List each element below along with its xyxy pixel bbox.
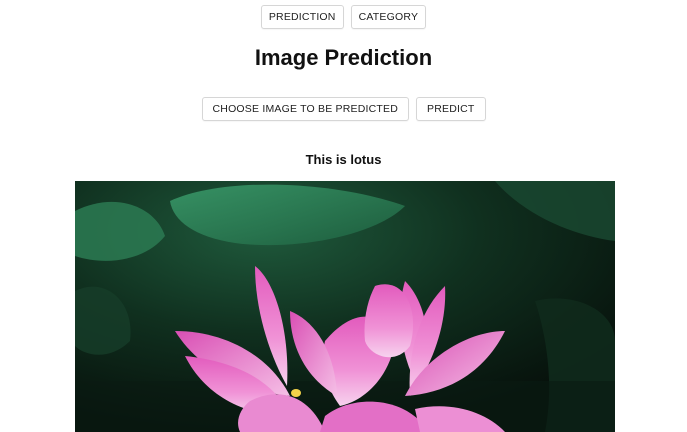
predicted-image (75, 181, 615, 432)
predict-button[interactable]: PREDICT (416, 97, 486, 121)
lotus-image (75, 181, 615, 432)
nav-category-button[interactable]: CATEGORY (350, 5, 427, 29)
top-nav: PREDICTION CATEGORY (0, 5, 687, 29)
nav-prediction-button[interactable]: PREDICTION (260, 5, 344, 29)
page: PREDICTION CATEGORY Image Prediction CHO… (0, 0, 687, 432)
prediction-result: This is lotus (305, 152, 382, 167)
action-bar: CHOOSE IMAGE TO BE PREDICTED PREDICT (0, 97, 687, 121)
page-title: Image Prediction (254, 45, 433, 70)
choose-image-button[interactable]: CHOOSE IMAGE TO BE PREDICTED (201, 97, 409, 121)
